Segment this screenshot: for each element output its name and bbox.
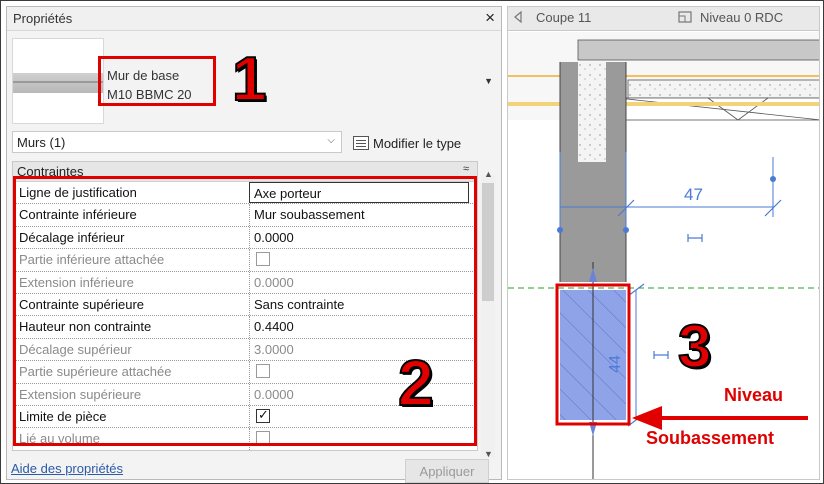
modify-type-button[interactable]: Modifier le type xyxy=(353,132,461,154)
modify-type-label: Modifier le type xyxy=(373,135,462,151)
type-dropdown-icon[interactable]: ▼ xyxy=(484,76,493,86)
dimension-text-top[interactable]: 47 xyxy=(684,185,703,204)
wall-preview-icon xyxy=(13,73,103,93)
apply-button[interactable]: Appliquer xyxy=(405,459,489,483)
annotation-number-1: 1 xyxy=(231,44,268,115)
dim-grip-right[interactable] xyxy=(770,176,776,182)
wall-preview-line xyxy=(13,81,103,83)
section-drawing: 47 44 xyxy=(508,32,819,479)
instance-filter-row: Murs (1) ⌵ Modifier le type xyxy=(7,129,501,155)
tab-section-label: Coupe 11 xyxy=(536,10,592,25)
chevron-down-icon: ⌵ xyxy=(327,135,335,146)
flip-dimension-icon[interactable] xyxy=(687,234,703,242)
vertical-scrollbar[interactable]: ▲ ▼ xyxy=(481,169,495,459)
edit-type-icon xyxy=(353,136,369,150)
dim-grip-left[interactable] xyxy=(557,227,563,233)
section-view-icon xyxy=(514,11,522,23)
flip-dimension-icon-2[interactable] xyxy=(653,351,669,359)
properties-footer: Aide des propriétés Appliquer xyxy=(7,459,501,483)
tab-section[interactable]: Coupe 11 xyxy=(514,10,591,25)
properties-title: Propriétés xyxy=(13,11,73,26)
floor-plan-icon xyxy=(678,11,692,23)
upper-slab xyxy=(577,39,819,61)
scroll-thumb[interactable] xyxy=(482,183,494,301)
label-niveau: Niveau xyxy=(724,385,784,405)
instance-filter-value: Murs (1) xyxy=(17,135,66,150)
properties-help-link[interactable]: Aide des propriétés xyxy=(11,461,123,476)
type-preview-image xyxy=(12,38,104,124)
dimension-text-wall[interactable]: 44 xyxy=(607,355,624,373)
section-view[interactable]: Coupe 11 Niveau 0 RDC 47 44 xyxy=(507,6,820,480)
annotation-number-2: 2 xyxy=(397,346,435,420)
close-icon[interactable]: × xyxy=(485,8,495,28)
properties-title-bar: Propriétés × xyxy=(7,7,501,31)
slab-concrete xyxy=(627,79,819,99)
label-soubassement: Soubassement xyxy=(646,428,775,448)
instance-filter-select[interactable]: Murs (1) ⌵ xyxy=(12,131,342,153)
scroll-down-icon[interactable]: ▼ xyxy=(484,449,493,459)
dim-grip-mid[interactable] xyxy=(623,227,629,233)
tab-floor-plan[interactable]: Niveau 0 RDC xyxy=(678,10,783,25)
collapse-icon[interactable]: ≈ xyxy=(463,163,469,175)
annotation-number-3: 3 xyxy=(677,312,712,381)
tab-floor-plan-label: Niveau 0 RDC xyxy=(700,10,784,25)
upper-wall-core xyxy=(578,62,606,162)
view-tabs: Coupe 11 Niveau 0 RDC xyxy=(508,7,819,31)
insulation-strip xyxy=(508,102,819,106)
scroll-up-icon[interactable]: ▲ xyxy=(484,169,493,179)
highlight-type-box xyxy=(98,56,216,106)
